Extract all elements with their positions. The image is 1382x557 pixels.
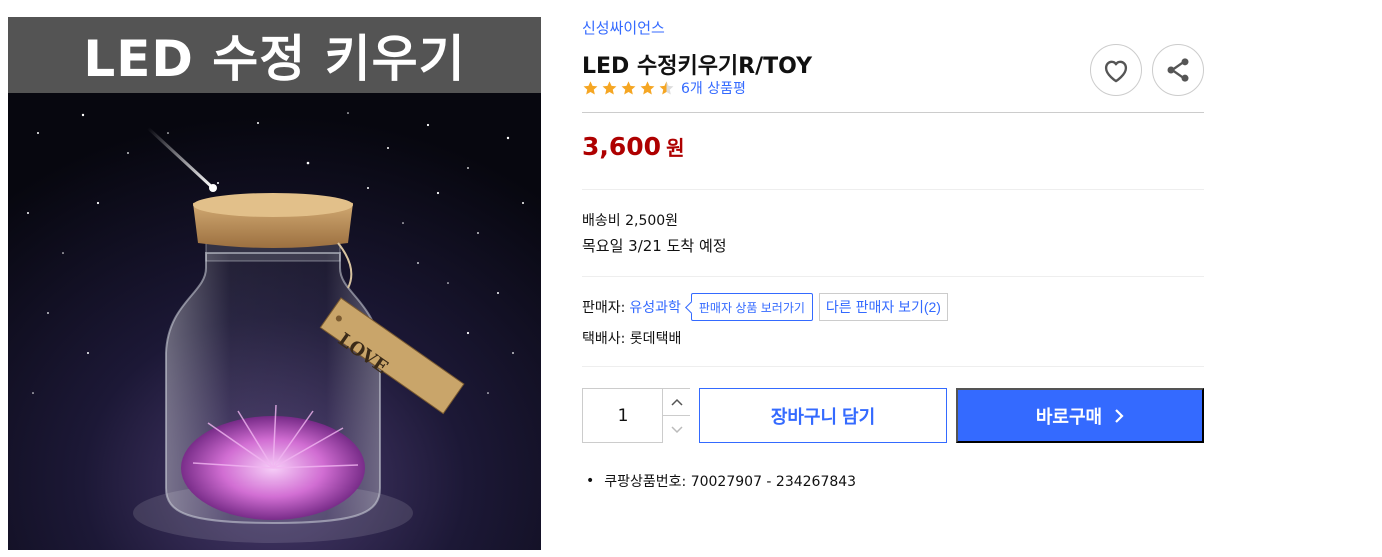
seller-products-button[interactable]: 판매자 상품 보러가기 xyxy=(690,293,813,321)
chevron-down-icon xyxy=(670,425,683,433)
seller-prefix: 판매자: xyxy=(582,300,626,316)
arrival-date: 목요일 3/21 도착 예정 xyxy=(582,237,727,255)
star-icon xyxy=(640,80,655,94)
shipping-divider xyxy=(582,276,1204,277)
star-icon xyxy=(602,80,617,94)
shipping-fee: 배송비 2,500원 xyxy=(582,213,679,229)
seller-name-link[interactable]: 유성과학 xyxy=(629,297,681,317)
image-banner-text: LED 수정 키우기 xyxy=(83,30,466,88)
seller-row: 판매자: 유성과학 판매자 상품 보러가기 다른 판매자 보기(2) xyxy=(582,292,948,322)
bullet-icon: • xyxy=(586,473,595,489)
quantity-increase-button[interactable] xyxy=(662,389,690,416)
seller-divider xyxy=(582,366,1204,367)
courier-info: 택배사: 롯데택배 xyxy=(582,331,682,347)
quantity-stepper xyxy=(582,388,690,443)
item-number-text: 쿠팡상품번호: 70027907 - 234267843 xyxy=(604,474,857,490)
chevron-right-icon xyxy=(1114,408,1124,424)
other-sellers-button[interactable]: 다른 판매자 보기(2) xyxy=(818,293,948,321)
brand-link[interactable]: 신성싸이언스 xyxy=(582,17,665,38)
heart-icon xyxy=(1104,60,1128,83)
share-button[interactable] xyxy=(1152,44,1204,96)
star-half-icon xyxy=(659,80,674,94)
buy-now-label: 바로구매 xyxy=(1035,406,1103,427)
product-image[interactable]: LED 수정 키우기 LOVE xyxy=(8,17,541,550)
crystal-jar-illustration xyxy=(8,93,541,550)
image-banner: LED 수정 키우기 xyxy=(8,17,541,93)
buy-now-button[interactable]: 바로구매 xyxy=(956,388,1204,443)
item-number: • 쿠팡상품번호: 70027907 - 234267843 xyxy=(586,471,856,491)
chevron-up-icon xyxy=(670,398,683,406)
add-to-cart-button[interactable]: 장바구니 담기 xyxy=(699,388,947,443)
rating-row: 6개 상품평 xyxy=(582,77,746,99)
star-icon xyxy=(583,80,598,94)
price-value: 3,600 xyxy=(582,132,662,161)
star-rating xyxy=(582,80,677,97)
product-page: LED 수정 키우기 LOVE 신성싸이언스 LED 수정키우기R/TOY 6개… xyxy=(0,0,1382,557)
share-icon xyxy=(1167,58,1189,82)
quantity-decrease-button[interactable] xyxy=(662,416,690,443)
price: 3,600 원 xyxy=(582,132,684,161)
header-divider xyxy=(582,112,1204,113)
quantity-input[interactable] xyxy=(583,389,663,442)
star-icon xyxy=(621,80,636,94)
product-title: LED 수정키우기R/TOY xyxy=(582,54,812,79)
review-count-link[interactable]: 6개 상품평 xyxy=(681,78,746,98)
price-unit: 원 xyxy=(666,136,685,160)
wishlist-button[interactable] xyxy=(1090,44,1142,96)
price-divider xyxy=(582,189,1204,190)
